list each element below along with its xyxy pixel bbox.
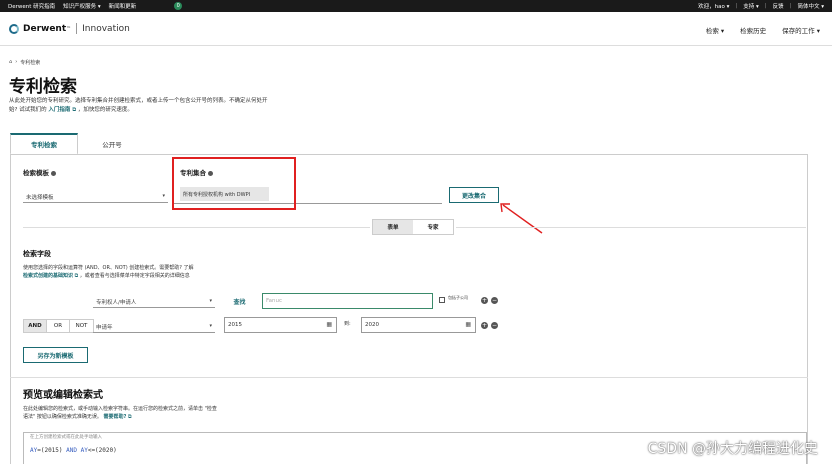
search-fields-desc: 使用您选择的字段和运算符 (AND、OR、NOT) 创建检索式。需要帮助? 了解… [23,265,194,279]
topbar-support-menu[interactable]: 支持 ▾ [743,2,759,10]
top-utility-bar: Derwent 研究指南 知识产权服务 ▾ 新闻和更新 0 欢迎，hao ▾ |… [0,0,832,12]
app-header: Derwent ™ Innovation 检索 ▾ 检索历史 保存的工作 ▾ [0,12,832,46]
search-tabs: 专利检索 公开号 [10,133,146,155]
notification-badge[interactable]: 0 [174,2,183,10]
topbar-user-menu[interactable]: 欢迎，hao ▾ [698,2,729,10]
search-basics-link[interactable]: 检索式创建的基础知识 [23,273,73,279]
remove-row-icon[interactable]: − [491,322,498,329]
add-row-icon[interactable]: + [481,297,488,304]
operator-not[interactable]: NOT [70,320,93,332]
template-label: 检索模板 [23,167,56,177]
page-title: 专利检索 [9,77,77,97]
breadcrumb: ⌂ › 专利检索 [9,59,41,66]
topbar-link-research-guide[interactable]: Derwent 研究指南 [8,2,55,10]
topbar-menu-ip-services[interactable]: 知识产权服务 ▾ [63,2,101,10]
add-row-icon[interactable]: + [481,322,488,329]
external-link-icon: ⧉ [128,414,132,420]
brand-name: Derwent [23,23,67,34]
topbar-link-news[interactable]: 新闻和更新 [109,2,137,10]
toggle-form[interactable]: 表单 [373,220,413,234]
operator-and[interactable]: AND [24,320,47,332]
include-subsidiaries-checkbox[interactable] [439,297,445,303]
page-subtitle: 从此处开始您的专利研究。选择专利集合并创建检索式，或者上传一个包含公开号的列表。… [9,98,268,113]
nav-search-history[interactable]: 检索历史 [740,25,766,35]
change-collection-button[interactable]: 更改集合 [449,187,499,203]
operator-or[interactable]: OR [47,320,70,332]
year-to-input[interactable]: 2020 ▦ [361,317,476,333]
toggle-expert[interactable]: 专家 [413,220,453,234]
nav-search-menu[interactable]: 检索 ▾ [706,25,724,35]
derwent-logo-icon [9,23,19,34]
breadcrumb-current: 专利检索 [20,60,41,66]
field-select-row2[interactable]: 申请年 ▾ [93,319,215,333]
lookup-button[interactable]: 查找 [224,294,255,308]
product-name: Innovation [82,23,130,34]
preview-desc: 在此处编辑您的检索式，或手动输入检索字符串。在运行您的检索式之前，请单击 "检查… [23,406,217,420]
search-fields-title: 检索字段 [23,250,51,258]
external-link-icon: ⧉ [72,107,77,113]
query-editor-hint: 在上方创建检索式或在此处手动输入 [30,435,102,440]
tab-patent-search[interactable]: 专利检索 [10,133,78,155]
save-as-template-button[interactable]: 另存为新模板 [23,347,88,363]
tab-publication-number[interactable]: 公开号 [78,133,146,155]
year-from-input[interactable]: 2015 ▦ [224,317,337,333]
getting-started-link[interactable]: 入门指南 [48,107,70,113]
form-expert-toggle: 表单 专家 [372,219,454,235]
field-select-row1[interactable]: 专利权人/申请人 ▾ [93,294,215,308]
topbar-feedback-link[interactable]: 反馈 [773,2,784,10]
highlight-annotation-box [172,157,296,210]
search-term-input[interactable]: Fanuc [262,293,433,309]
chevron-down-icon: ▾ [209,323,212,329]
annotation-arrow [500,203,543,234]
query-text[interactable]: AY=(2015) AND AY<=(2020) [30,447,117,454]
preview-title: 预览或编辑检索式 [23,390,103,401]
topbar-language-menu[interactable]: 简体中文 ▾ [797,2,824,10]
include-subsidiaries-label: 包括子公司 [448,295,468,300]
info-icon[interactable] [51,170,56,176]
chevron-down-icon: ▾ [162,193,165,199]
remove-row-icon[interactable]: − [491,297,498,304]
template-select[interactable]: 未选择模板 ▾ [23,189,168,203]
need-help-link[interactable]: 需要帮助? [104,414,127,420]
chevron-down-icon: ▾ [209,298,212,304]
external-link-icon: ⧉ [74,273,79,279]
calendar-icon[interactable]: ▦ [465,321,471,328]
boolean-operator-group: AND OR NOT [23,319,94,333]
watermark: CSDN @孙大力编程进化史 [647,441,818,457]
calendar-icon[interactable]: ▦ [326,321,332,328]
to-label: 到: [344,321,351,327]
home-icon[interactable]: ⌂ [9,59,12,66]
derwent-logo[interactable]: Derwent ™ Innovation [9,23,130,34]
nav-saved-work-menu[interactable]: 保存的工作 ▾ [782,25,820,35]
